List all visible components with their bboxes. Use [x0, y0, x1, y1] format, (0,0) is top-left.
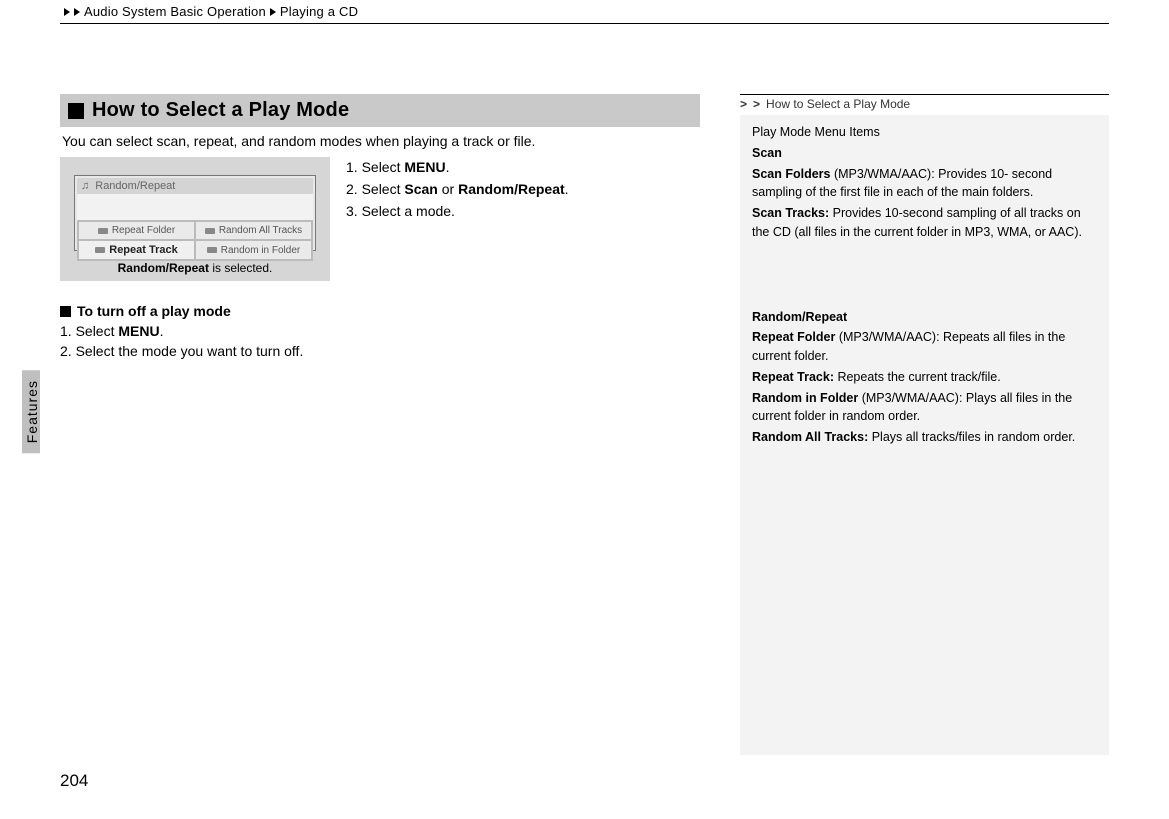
step-text: 1. Select	[346, 159, 404, 175]
step-text: .	[446, 159, 450, 175]
spacer	[752, 244, 1097, 308]
random-all-icon	[205, 228, 215, 234]
steps-list: 1. Select MENU. 2. Select Scan or Random…	[346, 157, 569, 223]
step-text: 2. Select	[346, 181, 404, 197]
step-1: 1. Select MENU.	[346, 157, 569, 178]
figure-caption: Random/Repeat is selected.	[74, 261, 316, 275]
screen-titlebar: ♫ Random/Repeat	[77, 178, 313, 194]
side-line: Scan Folders (MP3/WMA/AAC): Provides 10-…	[752, 165, 1097, 203]
section-title: How to Select a Play Mode	[92, 99, 349, 122]
sidebar-info-box: Play Mode Menu Items Scan Scan Folders (MP…	[740, 115, 1109, 755]
step-bold: Random/Repeat	[458, 181, 565, 197]
step2-1: 1. Select MENU.	[60, 321, 700, 341]
step-text: .	[565, 181, 569, 197]
side-tab-features: Features	[22, 370, 40, 453]
step-bold: MENU	[404, 159, 445, 175]
intro-text: You can select scan, repeat, and random …	[62, 133, 698, 149]
step-3: 3. Select a mode.	[346, 201, 569, 222]
page-number: 204	[60, 771, 88, 791]
step-text: 1. Select	[60, 323, 118, 339]
sub-heading-text: To turn off a play mode	[77, 303, 231, 319]
cell-label: Repeat Folder	[112, 225, 175, 236]
step-text: .	[160, 323, 164, 339]
sidebar-crumb-title: How to Select a Play Mode	[766, 95, 910, 113]
breadcrumb: Audio System Basic Operation Playing a C…	[60, 4, 1109, 19]
step2-2: 2. Select the mode you want to turn off.	[60, 341, 700, 361]
mode-grid: Repeat Folder Random All Tracks Repeat T…	[77, 220, 313, 261]
repeat-folder-icon	[98, 228, 108, 234]
cell-random-all: Random All Tracks	[195, 221, 312, 240]
repeat-track-icon	[95, 247, 105, 253]
side-line: Random All Tracks: Plays all tracks/file…	[752, 428, 1097, 447]
screen-title-text: Random/Repeat	[95, 180, 175, 192]
step-bold: Scan	[404, 181, 437, 197]
step-bold: MENU	[118, 323, 159, 339]
side-line: Scan	[752, 144, 1097, 163]
breadcrumb-seg-2: Playing a CD	[280, 4, 358, 19]
cell-repeat-track: Repeat Track	[78, 240, 195, 260]
figure-box: ♫ Random/Repeat Repeat Folder Random All…	[60, 157, 330, 281]
sub-heading: To turn off a play mode	[60, 303, 700, 319]
side-line: Repeat Folder (MP3/WMA/AAC): Repeats all…	[752, 328, 1097, 366]
square-bullet-icon	[60, 306, 71, 317]
cell-repeat-folder: Repeat Folder	[78, 221, 195, 240]
figure-caption-tail: is selected.	[209, 261, 272, 275]
cell-label: Repeat Track	[109, 244, 177, 256]
steps-list-2: 1. Select MENU. 2. Select the mode you w…	[60, 321, 700, 362]
cell-random-folder: Random in Folder	[195, 240, 312, 260]
side-line: Scan Tracks: Provides 10-second sampling…	[752, 204, 1097, 242]
side-line: Play Mode Menu Items	[752, 123, 1097, 142]
gt-icon: >	[753, 95, 760, 113]
section-heading-bar: How to Select a Play Mode	[60, 94, 700, 127]
chevron-right-icon	[64, 8, 70, 16]
divider	[60, 23, 1109, 24]
screen-mock: ♫ Random/Repeat Repeat Folder Random All…	[74, 175, 316, 251]
sidebar-breadcrumb: > > How to Select a Play Mode	[740, 94, 1109, 113]
random-folder-icon	[207, 247, 217, 253]
cell-label: Random All Tracks	[219, 225, 302, 236]
step-2: 2. Select Scan or Random/Repeat.	[346, 179, 569, 200]
figure-caption-bold: Random/Repeat	[118, 261, 209, 275]
side-line: Random/Repeat	[752, 308, 1097, 327]
step-text: or	[438, 181, 458, 197]
chevron-right-icon	[74, 8, 80, 16]
gt-icon: >	[740, 95, 747, 113]
cell-label: Random in Folder	[221, 245, 300, 256]
music-note-icon: ♫	[81, 180, 89, 192]
side-line: Random in Folder (MP3/WMA/AAC): Plays al…	[752, 389, 1097, 427]
chevron-right-icon	[270, 8, 276, 16]
breadcrumb-seg-1: Audio System Basic Operation	[84, 4, 266, 19]
square-bullet-icon	[68, 103, 84, 119]
side-line: Repeat Track: Repeats the current track/…	[752, 368, 1097, 387]
